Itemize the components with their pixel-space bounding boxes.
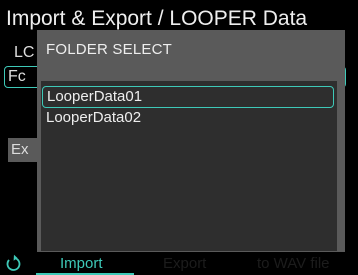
bottom-tab-bar: Import Export to WAV file: [0, 252, 358, 275]
background-export-button: Ex: [8, 138, 38, 162]
screen: Import & Export / LOOPER Data LC Fc Ex F…: [0, 0, 358, 275]
page-title: Import & Export / LOOPER Data: [6, 7, 308, 30]
tab-import[interactable]: Import: [60, 255, 103, 272]
tab-to-wav-file[interactable]: to WAV file: [257, 255, 330, 272]
background-label: LC: [14, 44, 35, 61]
folder-select-dialog: FOLDER SELECT LooperData01 LooperData02: [37, 30, 345, 252]
folder-item-looperdata01[interactable]: LooperData01: [42, 86, 334, 108]
folder-list: LooperData01 LooperData02: [41, 81, 337, 251]
tab-export[interactable]: Export: [163, 255, 206, 272]
dialog-title: FOLDER SELECT: [46, 41, 172, 58]
folder-item-looperdata02[interactable]: LooperData02: [42, 108, 334, 130]
background-field-text: Fc: [8, 68, 26, 85]
undo-icon[interactable]: [5, 254, 21, 272]
